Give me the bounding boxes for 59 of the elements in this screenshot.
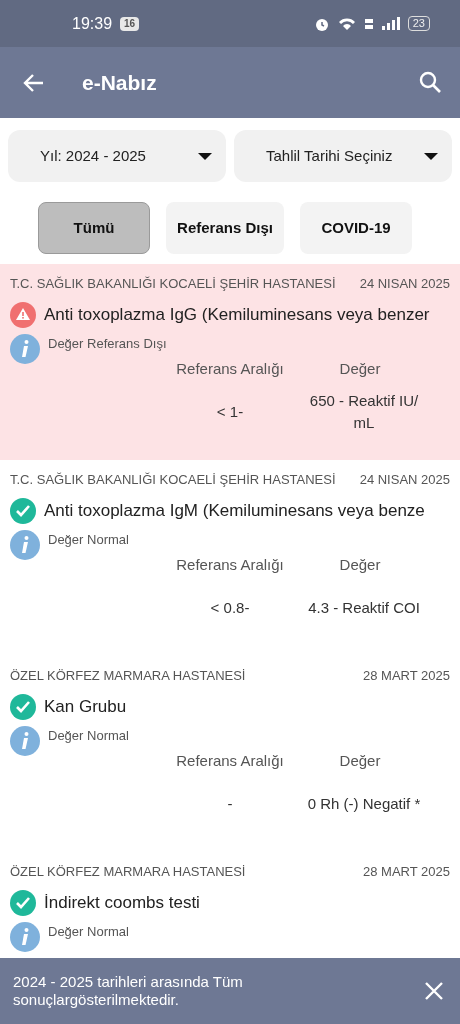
filter-tab[interactable]: COVID-19 bbox=[300, 202, 412, 254]
test-name: Anti toxoplazma IgM (Kemiluminesans veya benze bbox=[44, 499, 425, 522]
reference-range: < 0.8- bbox=[209, 597, 251, 618]
status-note: Değer Normal bbox=[48, 922, 129, 941]
column-header: Referans Aralığı bbox=[175, 358, 285, 379]
close-icon bbox=[424, 981, 444, 1001]
filter-tab[interactable]: Referans Dışı bbox=[166, 202, 284, 254]
filter-dropdown[interactable]: Yıl: 2024 - 2025 bbox=[8, 130, 226, 182]
result-value: 650 - Reaktif IU/ mL bbox=[308, 390, 420, 433]
search-button[interactable] bbox=[419, 71, 442, 94]
result-date: 28 MART 2025 bbox=[363, 667, 450, 685]
filter-dropdown[interactable]: Tahlil Tarihi Seçiniz bbox=[234, 130, 452, 182]
column-header: Değer bbox=[338, 750, 382, 771]
test-name: Kan Grubu bbox=[44, 695, 127, 718]
checkmark-icon bbox=[10, 693, 36, 720]
status-note: Değer Referans Dışı bbox=[48, 334, 167, 353]
close-button[interactable] bbox=[424, 981, 444, 1001]
info-icon bbox=[10, 529, 40, 560]
column-header: Referans Aralığı bbox=[175, 750, 285, 771]
info-icon bbox=[10, 333, 40, 364]
result-date: 28 MART 2025 bbox=[363, 863, 450, 881]
wifi-icon bbox=[337, 16, 356, 31]
info-icon bbox=[10, 921, 40, 952]
caret-icon bbox=[198, 152, 212, 160]
app-title: e-Nabız bbox=[82, 69, 157, 96]
checkmark-icon bbox=[10, 497, 36, 524]
result-value: 4.3 - Reaktif COI bbox=[307, 597, 421, 618]
result-date: 24 NISAN 2025 bbox=[359, 471, 450, 489]
result-card[interactable]: ÖZEL KÖRFEZ MARMARA HASTANESİ 28 MART 2025 İndirekt coombs testi Değer Normal bbox=[0, 852, 460, 956]
signal-icon bbox=[381, 17, 400, 30]
snackbar-message: 2024 - 2025 tarihleri arasında Tüm sonuçlargösterilmektedir. bbox=[13, 973, 244, 1009]
result-value: 0 Rh (-) Negatif * bbox=[306, 793, 422, 814]
result-card[interactable]: T.C. SAĞLIK BAKANLIĞI KOCAELİ ŞEHİR HASTANESİ 24 NISAN 2025 Anti toxoplazma IgG (Kemiluminesans veya benzer Değer Referans Dışı Referans Aralığı Değer < 1- 650 - Reaktif IU/ mL bbox=[0, 264, 460, 460]
filter-tab[interactable]: Tümü bbox=[38, 202, 150, 254]
caret-icon bbox=[424, 152, 438, 160]
search-icon bbox=[419, 71, 442, 94]
clock-time: 19:39 bbox=[72, 13, 113, 34]
checkmark-icon bbox=[10, 889, 36, 916]
reference-range: < 1- bbox=[215, 401, 245, 422]
notification-badge: 16 bbox=[120, 16, 140, 31]
column-header: Referans Aralığı bbox=[175, 554, 285, 575]
result-date: 24 NISAN 2025 bbox=[359, 275, 450, 293]
hospital-name: ÖZEL KÖRFEZ MARMARA HASTANESİ bbox=[10, 863, 246, 881]
result-card[interactable]: ÖZEL KÖRFEZ MARMARA HASTANESİ 28 MART 2025 Kan Grubu Değer Normal Referans Aralığı Değer - 0 Rh (-) Negatif * bbox=[0, 656, 460, 852]
hospital-name: T.C. SAĞLIK BAKANLIĞI KOCAELİ ŞEHİR HASTANESİ bbox=[10, 471, 336, 489]
test-name: İndirekt coombs testi bbox=[44, 891, 200, 914]
battery-indicator: 23 bbox=[407, 16, 430, 31]
info-icon bbox=[10, 725, 40, 756]
column-header: Değer bbox=[338, 554, 382, 575]
volte-icon bbox=[363, 16, 374, 31]
hospital-name: ÖZEL KÖRFEZ MARMARA HASTANESİ bbox=[10, 667, 246, 685]
result-card[interactable]: T.C. SAĞLIK BAKANLIĞI KOCAELİ ŞEHİR HASTANESİ 24 NISAN 2025 Anti toxoplazma IgM (Kemiluminesans veya benze Değer Normal Referans Aralığı Değer < 0.8- 4.3 - Reaktif COI bbox=[0, 460, 460, 656]
warning-icon bbox=[10, 301, 36, 328]
reference-range: - bbox=[226, 793, 234, 814]
hospital-name: T.C. SAĞLIK BAKANLIĞI KOCAELİ ŞEHİR HASTANESİ bbox=[10, 275, 336, 293]
status-note: Değer Normal bbox=[48, 530, 129, 549]
column-header: Değer bbox=[338, 358, 382, 379]
test-name: Anti toxoplazma IgG (Kemiluminesans veya benzer bbox=[44, 303, 430, 326]
status-note: Değer Normal bbox=[48, 726, 129, 745]
